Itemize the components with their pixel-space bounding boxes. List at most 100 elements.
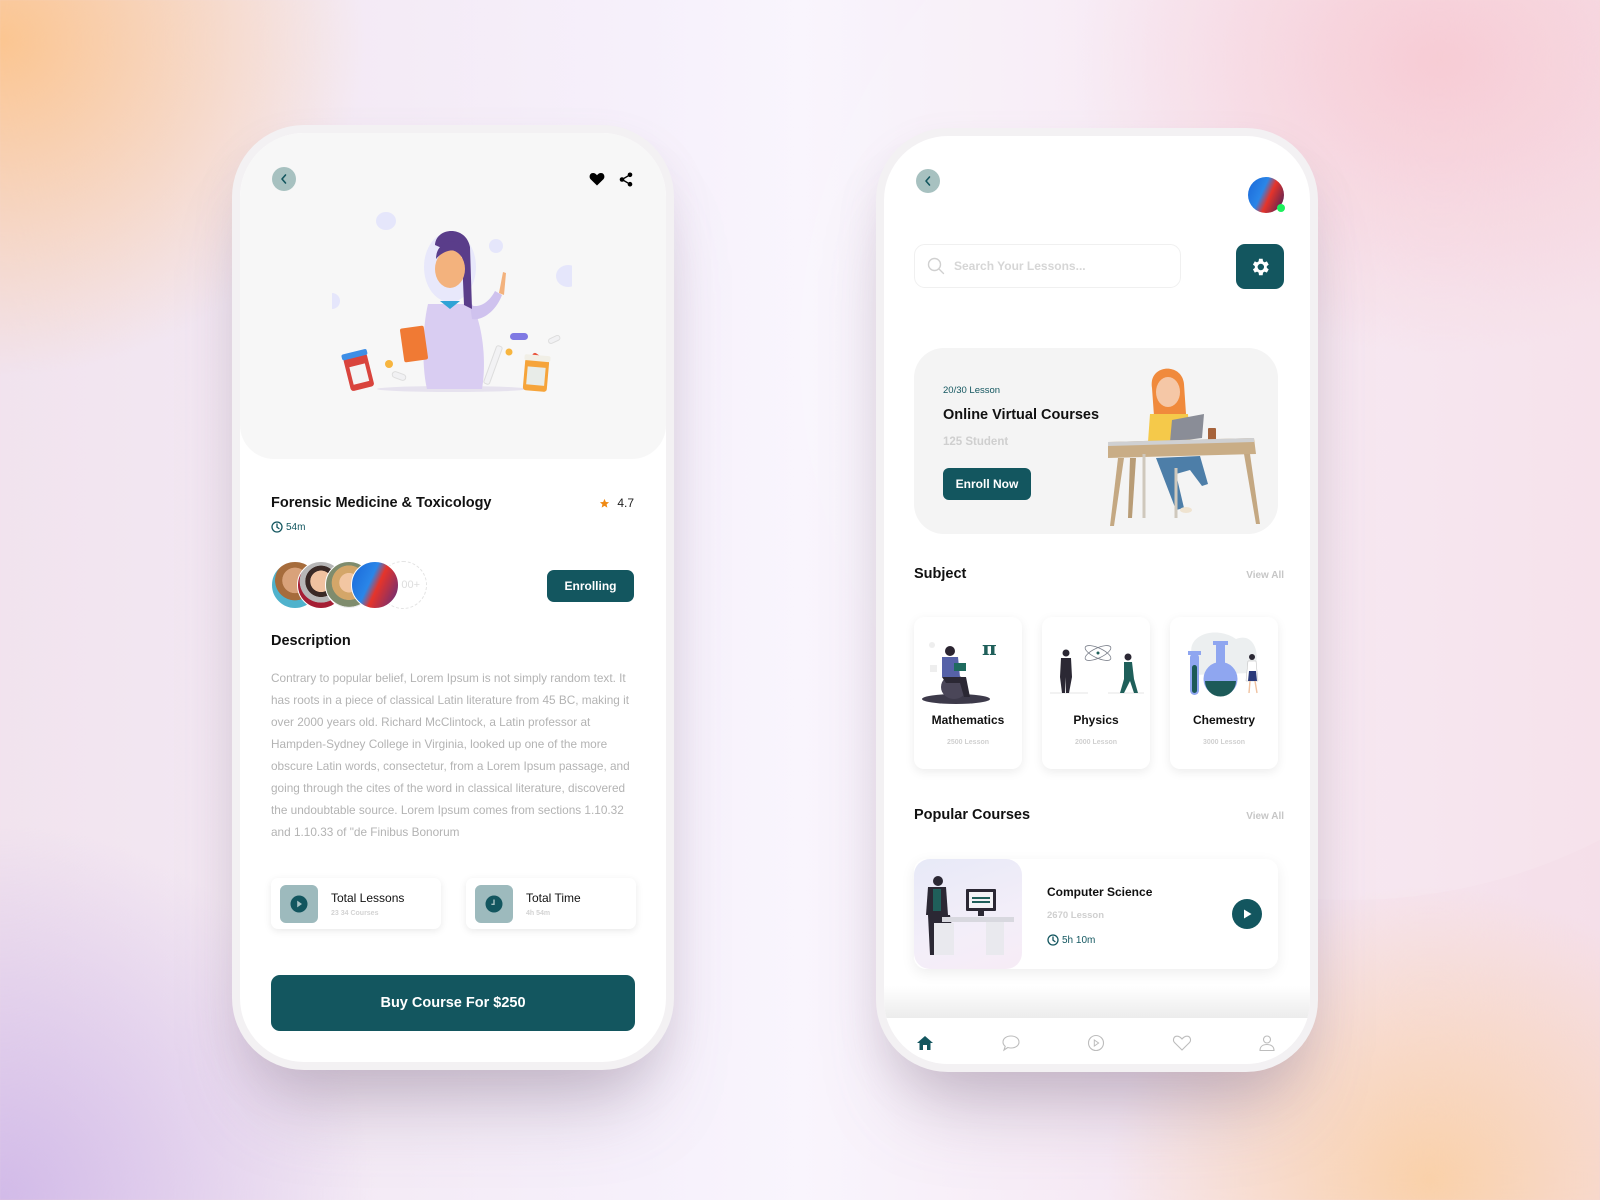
subject-lesson-count: 2500 Lesson [946, 739, 990, 746]
total-lessons-card: Total Lessons 23 34 Courses [271, 878, 441, 929]
pill [391, 371, 407, 381]
subject-name: Mathematics [931, 713, 1005, 727]
phone-course-detail: Forensic Medicine & Toxicology 4.7 54m 0… [232, 125, 674, 1070]
cup [1208, 428, 1216, 440]
chevron-left-icon [925, 176, 931, 186]
search-input[interactable] [954, 259, 1164, 273]
course-hero [240, 133, 666, 459]
blob [556, 265, 572, 287]
subject-card-chemistry[interactable]: Chemestry 3000 Lesson [1170, 617, 1278, 769]
stat-value: 4h 54m [526, 910, 551, 917]
subject-heading: Subject [914, 566, 967, 582]
svg-text:π: π [982, 636, 997, 660]
blob [332, 293, 340, 309]
tab-chat[interactable] [1000, 1032, 1022, 1054]
online-status-dot [1277, 204, 1285, 212]
popular-course-duration: 5h 10m [1047, 934, 1095, 946]
avatar [351, 561, 399, 609]
subject-card-physics[interactable]: Physics 2000 Lesson [1042, 617, 1150, 769]
shoe [1180, 507, 1192, 513]
search-bar[interactable] [914, 244, 1181, 288]
popular-courses-heading: Popular Courses [914, 807, 1031, 823]
pill [548, 334, 561, 344]
play-course-button[interactable] [1232, 899, 1262, 929]
popular-course-title: Computer Science [1047, 885, 1153, 899]
rating-value: 4.7 [617, 496, 634, 510]
blob [489, 239, 503, 253]
gear-icon [1252, 258, 1269, 275]
enrolled-avatars[interactable]: 00+ [271, 561, 441, 609]
face [435, 250, 465, 288]
featured-course-card[interactable]: 20/30 Lesson Online Virtual Courses 125 … [914, 348, 1278, 534]
subject-name: Chemestry [1192, 713, 1256, 727]
description-text: Contrary to popular belief, Lorem Ipsum … [271, 671, 630, 839]
search-icon [927, 257, 945, 275]
jar-right [522, 354, 551, 392]
pill [385, 360, 393, 368]
share-icon [619, 172, 633, 186]
profile-avatar[interactable] [1248, 177, 1285, 213]
subject-card-mathematics[interactable]: π Mathematics 2500 Lesson [914, 617, 1022, 769]
subject-lesson-count: 3000 Lesson [1202, 739, 1246, 746]
duration-value: 54m [286, 521, 306, 533]
stat-label: Total Time [526, 891, 581, 905]
subject-name: Physics [1073, 713, 1119, 727]
desk-leg [1128, 458, 1136, 518]
course-detail-screen: Forensic Medicine & Toxicology 4.7 54m 0… [240, 133, 666, 1062]
lesson-progress: 20/30 Lesson [943, 385, 1001, 396]
doctor-illustration [332, 212, 572, 392]
course-title: Forensic Medicine & Toxicology [271, 495, 492, 511]
settings-button[interactable] [1236, 244, 1284, 289]
physics-illustration [1050, 645, 1144, 694]
subject-view-all-link[interactable]: View All [1246, 570, 1284, 581]
subject-lesson-count: 2000 Lesson [1074, 739, 1118, 746]
star-icon [600, 498, 610, 508]
tab-profile[interactable] [1256, 1032, 1278, 1054]
play-icon [290, 895, 308, 913]
tab-videos[interactable] [1085, 1032, 1107, 1054]
tab-favorites[interactable] [1171, 1032, 1193, 1054]
favorite-button[interactable] [588, 171, 606, 187]
course-rating: 4.7 [599, 496, 634, 510]
chevron-left-icon [281, 174, 287, 184]
bottom-tab-bar [884, 1018, 1310, 1064]
chat-bubble-icon [1001, 1035, 1020, 1052]
share-button[interactable] [618, 171, 634, 187]
syringe [483, 345, 503, 385]
clock-icon [1047, 934, 1059, 946]
phone-home: 20/30 Lesson Online Virtual Courses 125 … [876, 128, 1318, 1072]
popular-course-lessons: 2670 Lesson [1047, 910, 1105, 921]
jar-left [341, 349, 374, 391]
enroll-now-button[interactable]: Enroll Now [943, 468, 1031, 500]
clock-icon [485, 895, 503, 913]
buy-course-button[interactable]: Buy Course For $250 [271, 975, 635, 1031]
face [1156, 377, 1180, 407]
stat-label: Total Lessons [331, 891, 405, 905]
enrolling-button[interactable]: Enrolling [547, 570, 634, 602]
chemistry-illustration [1188, 632, 1259, 697]
popular-view-all-link[interactable]: View All [1246, 811, 1284, 822]
computer-science-illustration [926, 876, 1014, 955]
stat-icon-box [475, 885, 513, 923]
mathematics-illustration: π [922, 636, 997, 704]
total-time-card: Total Time 4h 54m [466, 878, 636, 929]
home-icon [917, 1036, 933, 1050]
student-count: 125 Student [943, 436, 1009, 448]
play-icon [1244, 909, 1252, 919]
description-heading: Description [271, 633, 351, 649]
clock-icon [271, 521, 283, 533]
clipboard [400, 325, 428, 363]
desk-leg [1110, 458, 1124, 526]
stat-icon-box [280, 885, 318, 923]
back-button[interactable] [916, 169, 940, 193]
popular-course-card[interactable]: Computer Science 2670 Lesson 5h 10m [914, 859, 1278, 969]
back-button[interactable] [272, 167, 296, 191]
course-thumbnail [914, 859, 1022, 969]
pill [510, 333, 528, 340]
course-duration: 54m [271, 521, 305, 533]
coat-arm [470, 291, 502, 320]
user-icon [1259, 1035, 1275, 1052]
desk-leg [1244, 454, 1260, 524]
tab-home[interactable] [914, 1032, 936, 1054]
pill [505, 348, 513, 356]
